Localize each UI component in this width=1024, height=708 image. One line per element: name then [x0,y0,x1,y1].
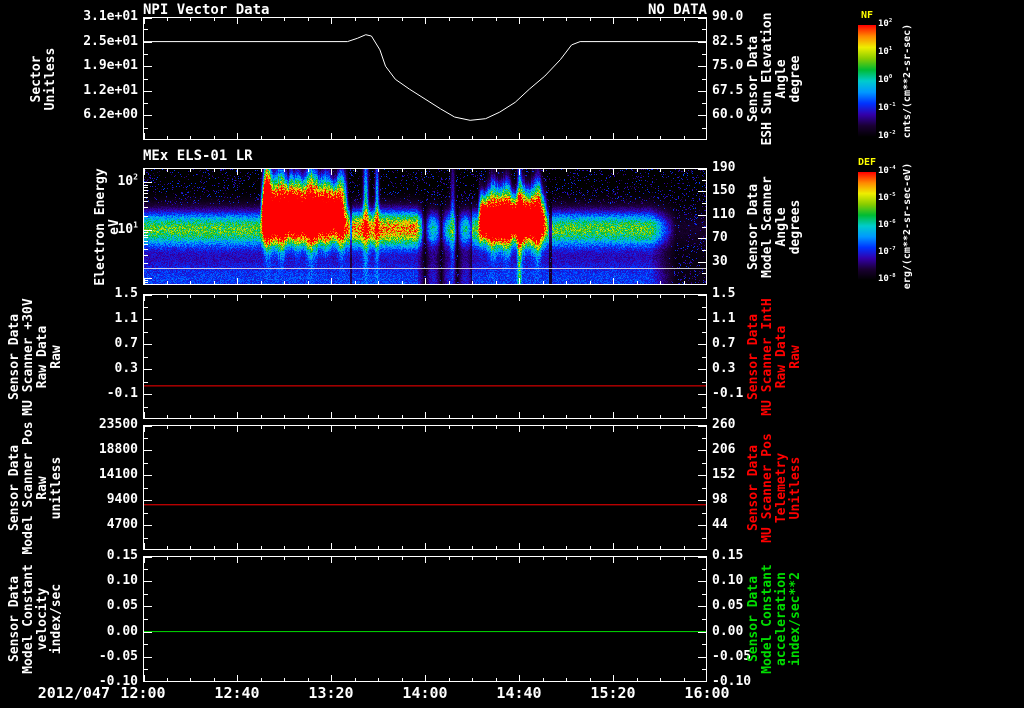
x-axis-time-label: 14:40 [496,684,542,702]
panel2-right-tick-label: 190 [712,160,736,175]
els-panel-title: MEx ELS-01 LR [143,148,253,164]
panel1-left-tick-label: 2.5e+01 [83,33,138,49]
model-scanner-pos-chart-canvas [143,425,707,550]
nf-colorbar [858,25,876,137]
panel3-right-axis-label: Sensor Data MU Scanner IntH Raw Data Raw [746,297,803,416]
panel1-left-axis-label: Sector Unitless [29,47,58,110]
model-constant-chart-canvas [143,556,707,682]
mu-scanner-30v-chart-canvas [143,294,707,419]
npi-line-chart-canvas [143,17,707,140]
panel5-right-tick-label: 0.15 [712,548,744,563]
x-axis-time-label: 15:20 [590,684,636,702]
panel5-left-tick-label: 0.15 [106,548,138,563]
panel4-left-axis-label: Sensor Data Model Scanner Pos Raw unitless [7,420,64,555]
date-label: 2012/047 [37,684,110,702]
panel1-left-tick-label: 3.1e+01 [83,9,138,24]
panel1-right-axis-label: Sensor Data ESH Sun Elevation Angle degree [746,11,803,146]
x-axis-time-label: 16:00 [684,684,730,702]
x-axis-time-label: 13:20 [308,684,354,702]
no-data-annotation: NO DATA [647,2,707,18]
def-colorbar-unit-label: erg/(cm**2-sr-sec-eV) [902,162,913,290]
panel5-left-axis-label: Sensor Data Model Constant velocity index/s… [7,564,64,674]
nf-colorbar-unit-label: cnts/(cm**2-sr-sec) [902,23,913,139]
x-axis-time-label: 12:40 [214,684,260,702]
def-colorbar [858,172,876,280]
panel1-left-tick-label: 6.2e+00 [83,107,138,123]
panel3-left-axis-label: Sensor Data MU Scanner +30V Raw Data Raw [7,297,64,416]
science-plot-screen: NPI Vector Data NO DATA MEx ELS-01 LR 20… [0,0,1024,708]
x-axis-time-label: 12:00 [120,684,166,702]
panel2-left-axis-label: Electron Energy eV [93,167,122,286]
x-axis-time-label: 14:00 [402,684,448,702]
panel2-right-axis-label: Sensor Data Model Scanner Angle degrees [746,175,803,278]
els-spectrogram-canvas [143,168,707,285]
panel1-left-tick-label: 1.9e+01 [83,58,138,74]
panel4-right-tick-label: 260 [712,417,736,432]
npi-panel-title: NPI Vector Data [143,2,270,18]
panel1-left-tick-label: 1.2e+01 [83,82,138,98]
panel5-right-axis-label: Sensor Data Model Constant acceleration ind… [746,564,803,674]
panel4-right-axis-label: Sensor Data MU Scanner Pos Telemetry Unitle… [746,432,803,543]
